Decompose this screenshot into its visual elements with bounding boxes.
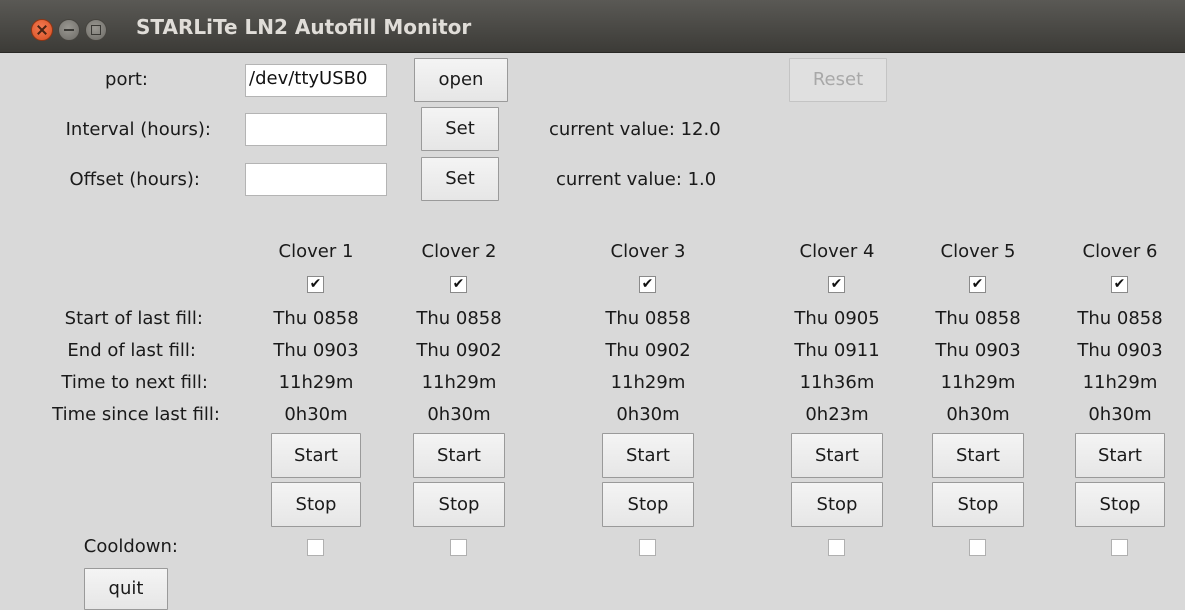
interval-set-button[interactable]: Set [421,107,499,151]
clover-cooldown-checkbox[interactable] [307,539,324,556]
clover-stop-button[interactable]: Stop [413,482,505,527]
clover-enabled-checkbox[interactable]: ✔ [307,276,324,293]
clover-start-button[interactable]: Start [791,433,883,478]
port-input[interactable]: /dev/ttyUSB0 [245,64,387,97]
clover-cooldown-checkbox[interactable] [1111,539,1128,556]
time-to-next-fill-value: 11h29m [1082,372,1158,393]
time-to-next-fill-value: 11h29m [610,372,686,393]
offset-current-value: current value: 1.0 [556,169,717,190]
port-label: port: [105,69,148,90]
clover-stop-button[interactable]: Stop [271,482,361,527]
open-button[interactable]: open [414,58,508,102]
window-maximize-icon[interactable] [85,19,107,41]
time-since-last-fill-label: Time since last fill: [52,404,220,425]
offset-input[interactable] [245,163,387,196]
time-to-next-fill-value: 11h29m [940,372,1016,393]
start-of-last-fill-value: Thu 0858 [935,308,1021,329]
start-of-last-fill-value: Thu 0858 [1077,308,1163,329]
start-of-last-fill-value: Thu 0905 [794,308,880,329]
clover-stop-button[interactable]: Stop [602,482,694,527]
interval-current-value: current value: 12.0 [549,119,721,140]
time-since-last-fill-value: 0h30m [284,404,348,425]
clover-enabled-checkbox[interactable]: ✔ [828,276,845,293]
clover-cooldown-checkbox[interactable] [969,539,986,556]
interval-input[interactable] [245,113,387,146]
end-of-last-fill-value: Thu 0902 [605,340,691,361]
end-of-last-fill-value: Thu 0903 [1077,340,1163,361]
reset-button[interactable]: Reset [789,58,887,102]
time-to-next-fill-value: 11h29m [421,372,497,393]
clover-stop-button[interactable]: Stop [932,482,1024,527]
clover-cooldown-checkbox[interactable] [639,539,656,556]
clover-start-button[interactable]: Start [932,433,1024,478]
quit-button[interactable]: quit [84,568,168,610]
time-to-next-fill-label: Time to next fill: [61,372,208,393]
offset-label: Offset (hours): [69,169,200,190]
window-title: STARLiTe LN2 Autofill Monitor [136,15,472,39]
offset-set-button[interactable]: Set [421,157,499,201]
clover-name: Clover 4 [799,241,875,262]
end-of-last-fill-value: Thu 0911 [794,340,880,361]
time-since-last-fill-value: 0h23m [805,404,869,425]
clover-start-button[interactable]: Start [1075,433,1165,478]
interval-label: Interval (hours): [65,119,211,140]
end-of-last-fill-label: End of last fill: [67,340,196,361]
clover-name: Clover 1 [278,241,354,262]
time-to-next-fill-value: 11h36m [799,372,875,393]
clover-start-button[interactable]: Start [602,433,694,478]
clover-enabled-checkbox[interactable]: ✔ [1111,276,1128,293]
time-since-last-fill-value: 0h30m [1088,404,1152,425]
cooldown-label: Cooldown: [83,536,178,557]
clover-stop-button[interactable]: Stop [791,482,883,527]
clover-name: Clover 3 [610,241,686,262]
clover-name: Clover 2 [421,241,497,262]
clover-enabled-checkbox[interactable]: ✔ [450,276,467,293]
end-of-last-fill-value: Thu 0903 [273,340,359,361]
clover-start-button[interactable]: Start [271,433,361,478]
time-to-next-fill-value: 11h29m [278,372,354,393]
clover-cooldown-checkbox[interactable] [450,539,467,556]
title-bar: STARLiTe LN2 Autofill Monitor [0,0,1185,53]
start-of-last-fill-value: Thu 0858 [416,308,502,329]
clover-start-button[interactable]: Start [413,433,505,478]
clover-enabled-checkbox[interactable]: ✔ [639,276,656,293]
time-since-last-fill-value: 0h30m [946,404,1010,425]
clover-name: Clover 6 [1082,241,1158,262]
time-since-last-fill-value: 0h30m [616,404,680,425]
clover-enabled-checkbox[interactable]: ✔ [969,276,986,293]
clover-name: Clover 5 [940,241,1016,262]
clover-stop-button[interactable]: Stop [1075,482,1165,527]
start-of-last-fill-label: Start of last fill: [64,308,203,329]
end-of-last-fill-value: Thu 0902 [416,340,502,361]
window-close-icon[interactable] [31,19,53,41]
time-since-last-fill-value: 0h30m [427,404,491,425]
start-of-last-fill-value: Thu 0858 [273,308,359,329]
clover-cooldown-checkbox[interactable] [828,539,845,556]
end-of-last-fill-value: Thu 0903 [935,340,1021,361]
start-of-last-fill-value: Thu 0858 [605,308,691,329]
window-minimize-icon[interactable] [58,19,80,41]
